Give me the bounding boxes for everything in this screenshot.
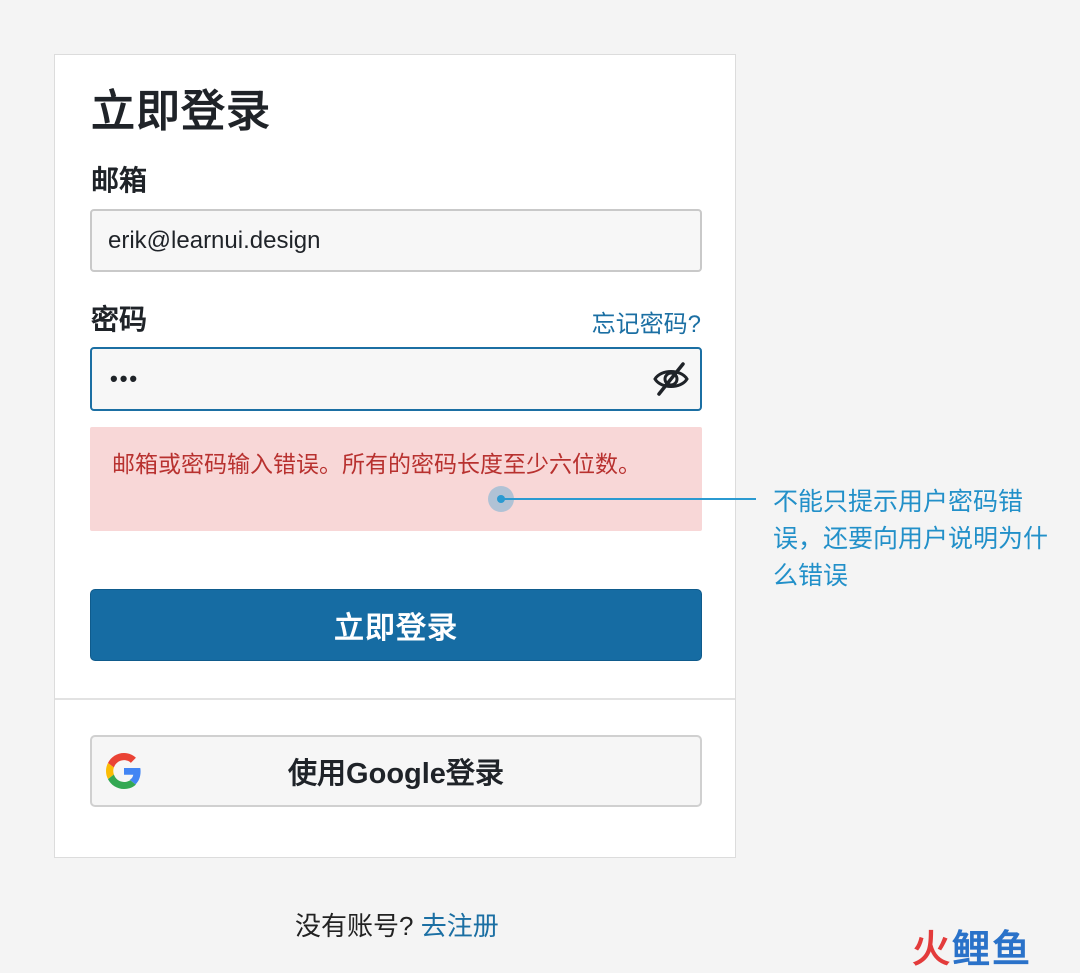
forgot-password-link[interactable]: 忘记密码? <box>592 304 701 339</box>
divider <box>55 698 735 700</box>
error-alert: 邮箱或密码输入错误。所有的密码长度至少六位数。 <box>90 427 702 531</box>
google-g-icon <box>106 753 141 789</box>
annotation-text: 不能只提示用户密码错误，还要向用户说明为什么错误 <box>773 488 1049 590</box>
signup-prompt: 没有账号? <box>295 911 414 941</box>
signup-row: 没有账号? 去注册 <box>295 906 499 943</box>
google-login-button[interactable]: 使用Google登录 <box>90 735 702 807</box>
password-field-wrapper <box>90 347 702 411</box>
watermark-char-3: 鱼 <box>992 929 1033 971</box>
signup-link[interactable]: 去注册 <box>421 911 499 941</box>
watermark-char-2: 鲤 <box>952 929 993 971</box>
annotation-dot <box>488 486 514 512</box>
email-field[interactable] <box>90 209 702 272</box>
watermark-char-1: 火 <box>912 929 953 971</box>
error-message: 邮箱或密码输入错误。所有的密码长度至少六位数。 <box>112 451 641 477</box>
login-button[interactable]: 立即登录 <box>90 589 702 661</box>
email-label: 邮箱 <box>91 165 148 196</box>
password-label: 密码 <box>91 304 148 335</box>
watermark-logo: 火鲤鱼 <box>912 918 1032 973</box>
annotation-line <box>501 498 756 500</box>
google-button-label: 使用Google登录 <box>288 758 504 790</box>
eye-slash-icon[interactable] <box>652 360 690 398</box>
page-title: 立即登录 <box>91 87 271 136</box>
login-card: 立即登录 邮箱 密码 忘记密码? 邮箱或密码输入错误。所有的密码长度至少六位数。… <box>54 54 736 858</box>
password-field[interactable] <box>90 347 702 411</box>
